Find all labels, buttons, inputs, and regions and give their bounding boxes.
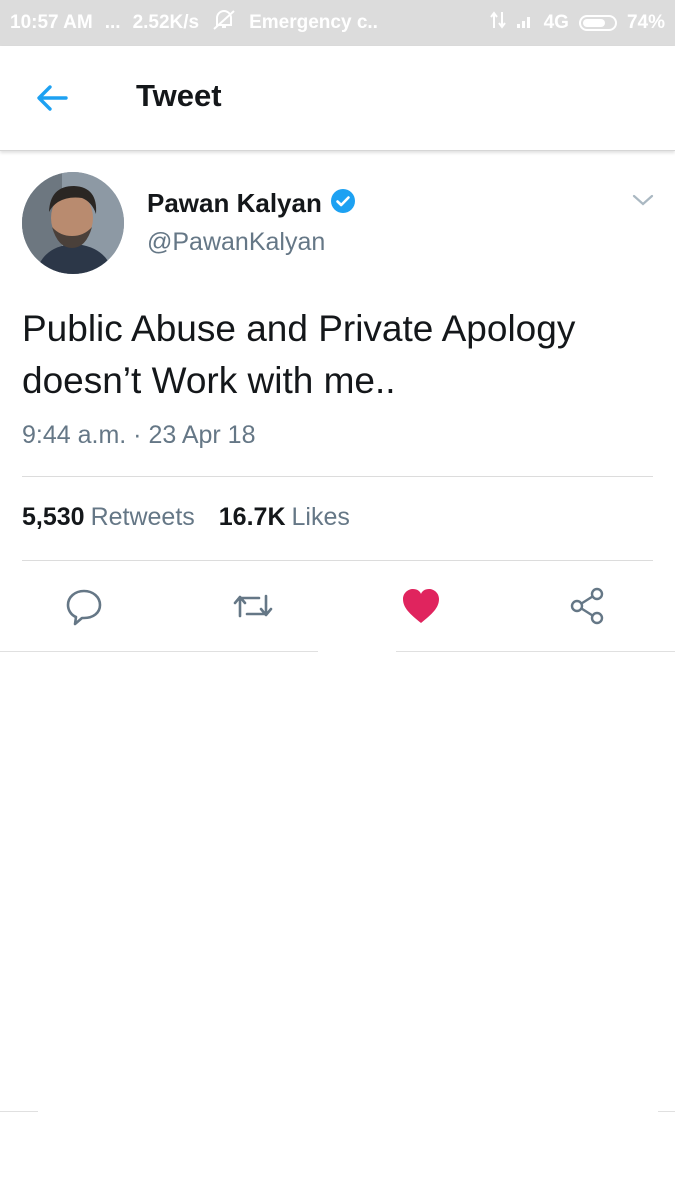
avatar[interactable]: [22, 172, 124, 274]
tweet-text-line: Public Abuse and Private Apology: [22, 308, 576, 349]
engagement-stats: 5,530 Retweets 16.7K Likes: [22, 503, 350, 532]
retweets-label: Retweets: [90, 503, 195, 531]
verified-badge-icon: [330, 188, 356, 219]
mute-icon: [211, 9, 237, 37]
status-bar: 10:57 AM ... 2.52K/s Emergency c.. 4G 74…: [0, 0, 675, 46]
retweets-count: 5,530: [22, 503, 85, 531]
data-arrows-icon: [489, 10, 506, 36]
share-button[interactable]: [566, 584, 610, 628]
divider: [396, 651, 675, 652]
reply-icon: [66, 589, 102, 626]
divider: [22, 560, 653, 561]
retweet-icon: [233, 594, 273, 618]
chevron-down-icon: [632, 194, 654, 206]
reply-button[interactable]: [62, 584, 106, 628]
battery-icon: [578, 15, 617, 31]
tweet-menu-button[interactable]: [630, 190, 656, 210]
profile-photo: [22, 172, 124, 274]
divider: [22, 476, 653, 477]
divider: [658, 1111, 675, 1112]
status-time: 10:57 AM: [10, 12, 93, 33]
status-dots: ...: [104, 12, 121, 33]
tweet-text-line: doesn’t Work with me..: [22, 360, 396, 401]
share-icon: [570, 587, 604, 625]
likes-count: 16.7K: [218, 503, 286, 531]
author-row: Pawan Kalyan: [147, 188, 356, 219]
status-speed: 2.52K/s: [132, 12, 200, 33]
status-carrier: Emergency c..: [249, 12, 378, 33]
divider: [0, 651, 318, 652]
tweet-text: Public Abuse and Private Apology doesn’t…: [22, 303, 652, 407]
page-title: Tweet: [136, 78, 222, 113]
likes-stat[interactable]: 16.7K Likes: [219, 503, 350, 532]
divider: [0, 1111, 38, 1112]
top-app-bar: Tweet: [0, 46, 675, 151]
arrow-left-icon: [37, 85, 68, 111]
tweet-timestamp: 9:44 a.m. · 23 Apr 18: [22, 421, 256, 449]
battery-percent: 74%: [626, 12, 665, 33]
retweets-stat[interactable]: 5,530 Retweets: [22, 503, 195, 532]
author-handle[interactable]: @PawanKalyan: [147, 228, 325, 257]
retweet-button[interactable]: [231, 584, 275, 628]
network-type: 4G: [543, 12, 569, 33]
likes-label: Likes: [291, 503, 350, 531]
signal-icon: [516, 11, 534, 35]
back-button[interactable]: [32, 78, 72, 118]
like-icon: [403, 589, 439, 623]
author-name[interactable]: Pawan Kalyan: [147, 188, 322, 219]
like-button[interactable]: [399, 584, 443, 628]
